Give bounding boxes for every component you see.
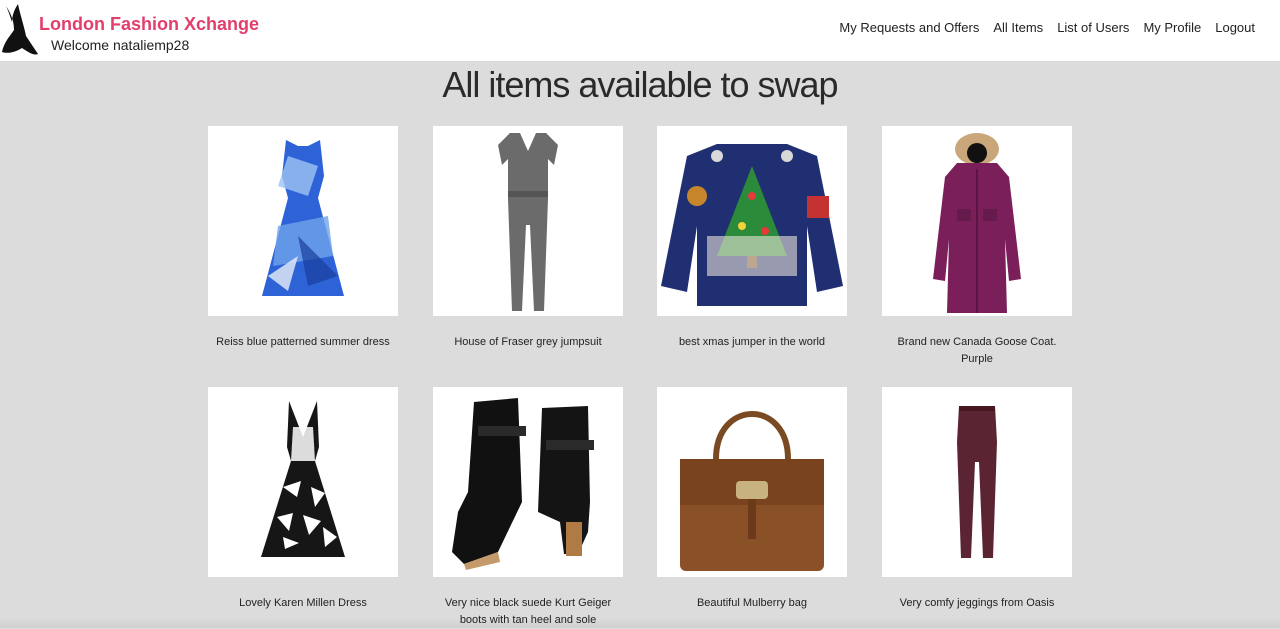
item-card[interactable]: Brand new Canada Goose Coat. Purple <box>882 126 1072 368</box>
item-caption[interactable]: Lovely Karen Millen Dress <box>208 595 398 612</box>
purple-coat-image <box>927 129 1027 313</box>
nav-my-profile[interactable]: My Profile <box>1143 20 1201 35</box>
item-card[interactable]: best xmas jumper in the world <box>657 126 847 351</box>
navbar: London Fashion Xchange Welcome nataliemp… <box>0 0 1280 62</box>
welcome-text: Welcome nataliemp28 <box>51 37 189 53</box>
page-title: All items available to swap <box>0 64 1280 106</box>
nav-list-of-users[interactable]: List of Users <box>1057 20 1129 35</box>
xmas-jumper-image <box>657 136 847 306</box>
item-card[interactable]: House of Fraser grey jumpsuit <box>433 126 623 351</box>
item-caption[interactable]: Beautiful Mulberry bag <box>657 595 847 612</box>
brand-title[interactable]: London Fashion Xchange <box>39 14 259 35</box>
item-caption[interactable]: Reiss blue patterned summer dress <box>208 334 398 351</box>
jeggings-image <box>947 402 1007 562</box>
item-thumbnail[interactable] <box>433 126 623 316</box>
black-boots-image <box>438 392 618 572</box>
nav-my-requests-offers[interactable]: My Requests and Offers <box>839 20 979 35</box>
main-nav: My Requests and Offers All Items List of… <box>839 20 1255 35</box>
item-card[interactable]: Reiss blue patterned summer dress <box>208 126 398 351</box>
nav-all-items[interactable]: All Items <box>993 20 1043 35</box>
item-caption[interactable]: Very comfy jeggings from Oasis <box>882 595 1072 612</box>
bottom-shadow <box>0 618 1280 628</box>
brown-bag-image <box>672 389 832 575</box>
blue-dress-image <box>248 136 358 306</box>
item-thumbnail[interactable] <box>657 126 847 316</box>
item-thumbnail[interactable] <box>657 387 847 577</box>
nav-logout[interactable]: Logout <box>1215 20 1255 35</box>
item-card[interactable]: Very nice black suede Kurt Geiger boots … <box>433 387 623 629</box>
black-white-dress-image <box>253 397 353 567</box>
item-thumbnail[interactable] <box>882 387 1072 577</box>
item-thumbnail[interactable] <box>433 387 623 577</box>
item-thumbnail[interactable] <box>208 387 398 577</box>
item-thumbnail[interactable] <box>208 126 398 316</box>
grey-jumpsuit-image <box>488 129 568 313</box>
item-card[interactable]: Very comfy jeggings from Oasis <box>882 387 1072 612</box>
item-caption[interactable]: Brand new Canada Goose Coat. Purple <box>882 334 1072 368</box>
item-card[interactable]: Lovely Karen Millen Dress <box>208 387 398 612</box>
item-card[interactable]: Beautiful Mulberry bag <box>657 387 847 612</box>
item-caption[interactable]: House of Fraser grey jumpsuit <box>433 334 623 351</box>
item-caption[interactable]: best xmas jumper in the world <box>657 334 847 351</box>
item-thumbnail[interactable] <box>882 126 1072 316</box>
logo-icon[interactable] <box>0 2 40 58</box>
